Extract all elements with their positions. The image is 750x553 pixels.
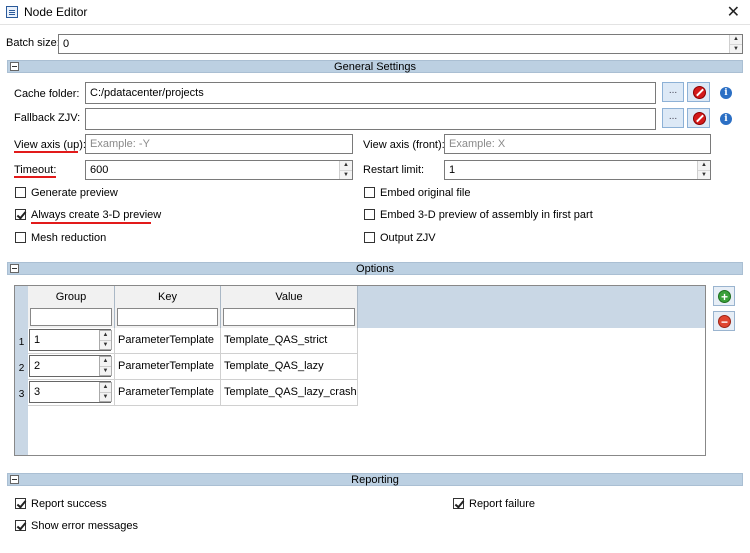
report-success-checkbox[interactable] [15,498,26,509]
always-3d-preview-label: Always create 3-D preview [31,209,162,221]
restart-limit-label: Restart limit: [363,164,425,176]
title-bar: Node Editor ✕ [0,0,750,25]
down-arrow-icon[interactable]: ▼ [100,340,111,349]
info-icon[interactable]: i [720,87,732,99]
up-arrow-icon[interactable]: ▲ [730,35,742,44]
view-axis-front-label: View axis (front): [363,139,445,151]
show-error-messages-label: Show error messages [31,520,138,532]
add-row-button[interactable]: + [713,286,735,306]
column-header-label: Group [55,291,87,303]
always-3d-preview-checkbox[interactable] [15,209,26,220]
embed-original-label: Embed original file [380,187,471,199]
down-arrow-icon[interactable]: ▼ [340,170,352,179]
window-title: Node Editor [24,5,88,19]
value-filter-input[interactable] [223,308,355,326]
up-arrow-icon[interactable]: ▲ [100,331,111,340]
view-axis-front-input[interactable]: Example: X [444,134,711,154]
row-number: 1 [18,337,25,348]
generate-preview-checkbox[interactable] [15,187,26,198]
minus-icon: − [718,315,731,328]
mesh-reduction-label: Mesh reduction [31,232,107,244]
fallback-zjv-label: Fallback ZJV: [14,112,81,124]
plus-icon: + [718,290,731,303]
down-arrow-icon[interactable]: ▼ [698,170,710,179]
cache-folder-label: Cache folder: [14,88,80,100]
table-cell-value[interactable]: Template_QAS_strict [221,328,358,354]
view-axis-up-label: View axis (up): [14,139,86,151]
options-table: Group Key Value 1 1 ▲ ▼ ParameterTemplate… [14,285,706,456]
embed-3d-assembly-label: Embed 3-D preview of assembly in first p… [380,209,593,221]
up-arrow-icon[interactable]: ▲ [100,383,111,392]
column-header-value[interactable]: Value [221,286,358,328]
restart-limit-stepper[interactable]: ▲ ▼ [697,161,710,179]
group-stepper[interactable]: ▲ ▼ [99,356,112,376]
restart-limit-input[interactable]: 1 [444,160,711,180]
clear-icon [693,112,706,125]
table-cell-value[interactable]: Template_QAS_lazy_crash [221,380,358,406]
embed-3d-assembly-checkbox[interactable] [364,209,375,220]
annotation-underline [14,151,78,153]
generate-preview-label: Generate preview [31,187,118,199]
fallback-zjv-input[interactable] [85,108,656,130]
show-error-messages-checkbox[interactable] [15,520,26,531]
view-axis-up-input[interactable]: Example: -Y [85,134,353,154]
report-failure-label: Report failure [469,498,536,510]
reporting-header[interactable]: Reporting [7,473,743,486]
column-header-key[interactable]: Key [115,286,221,328]
output-zjv-label: Output ZJV [380,232,436,244]
group-stepper[interactable]: ▲ ▼ [99,330,112,350]
column-header-label: Key [158,291,177,303]
down-arrow-icon[interactable]: ▼ [100,392,111,401]
table-cell-key[interactable]: ParameterTemplate [115,380,221,406]
up-arrow-icon[interactable]: ▲ [340,161,352,170]
app-icon [6,6,18,18]
general-settings-header[interactable]: General Settings [7,60,743,73]
table-header: Group Key Value [28,286,705,328]
group-filter-input[interactable] [30,308,112,326]
batch-size-input[interactable]: 0 [58,34,743,54]
table-cell-group[interactable]: 3 ▲ ▼ [28,380,115,406]
cache-folder-browse-button[interactable]: ... [662,82,684,102]
mesh-reduction-checkbox[interactable] [15,232,26,243]
timeout-label: Timeout: [14,164,57,176]
column-header-label: Value [275,291,303,303]
key-filter-input[interactable] [117,308,218,326]
cache-folder-input[interactable]: C:/pdatacenter/projects [85,82,656,104]
remove-row-button[interactable]: − [713,311,735,331]
close-icon[interactable]: ✕ [727,2,740,22]
batch-size-stepper[interactable]: ▲ ▼ [729,35,742,53]
up-arrow-icon[interactable]: ▲ [698,161,710,170]
cache-folder-clear-button[interactable] [687,82,710,102]
embed-original-checkbox[interactable] [364,187,375,198]
down-arrow-icon[interactable]: ▼ [730,44,742,53]
table-cell-group[interactable]: 1 ▲ ▼ [28,328,115,354]
report-failure-checkbox[interactable] [453,498,464,509]
batch-size-label: Batch size: [6,37,60,49]
annotation-underline [14,176,56,178]
row-number: 3 [18,389,25,400]
reporting-title: Reporting [351,474,399,486]
fallback-zjv-browse-button[interactable]: ... [662,108,684,128]
table-cell-key[interactable]: ParameterTemplate [115,328,221,354]
general-settings-title: General Settings [334,61,416,73]
output-zjv-checkbox[interactable] [364,232,375,243]
table-cell-key[interactable]: ParameterTemplate [115,354,221,380]
up-arrow-icon[interactable]: ▲ [100,357,111,366]
clear-icon [693,86,706,99]
annotation-underline [31,222,151,224]
row-number: 2 [18,363,25,374]
info-icon[interactable]: i [720,113,732,125]
report-success-label: Report success [31,498,107,510]
fallback-zjv-clear-button[interactable] [687,108,710,128]
group-stepper[interactable]: ▲ ▼ [99,382,112,402]
down-arrow-icon[interactable]: ▼ [100,366,111,375]
table-cell-value[interactable]: Template_QAS_lazy [221,354,358,380]
options-header[interactable]: Options [7,262,743,275]
timeout-stepper[interactable]: ▲ ▼ [339,161,352,179]
column-header-group[interactable]: Group [28,286,115,328]
options-title: Options [356,263,394,275]
table-cell-group[interactable]: 2 ▲ ▼ [28,354,115,380]
timeout-input[interactable]: 600 [85,160,353,180]
